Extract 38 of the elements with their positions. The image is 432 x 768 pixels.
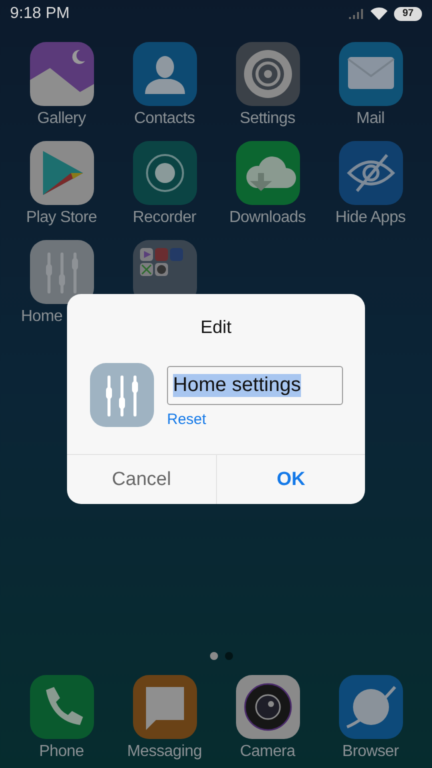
sliders-icon: [90, 363, 154, 427]
app-label: Recorder: [132, 209, 196, 227]
cloud-download-icon[interactable]: [236, 141, 300, 205]
app-label: Downloads: [229, 209, 306, 227]
ok-button[interactable]: OK: [216, 455, 365, 504]
clock: 9:18 PM: [10, 5, 71, 23]
crossed-eye-icon[interactable]: [338, 141, 402, 205]
signal-icon: [348, 8, 364, 20]
message-icon[interactable]: [132, 675, 196, 739]
app-label: Phone: [39, 743, 84, 761]
recorder-icon[interactable]: [132, 141, 196, 205]
app-label: Gallery: [37, 110, 86, 128]
app-label: Contacts: [134, 110, 195, 128]
globe-icon[interactable]: [338, 675, 402, 739]
reset-link[interactable]: Reset: [167, 411, 206, 428]
wifi-icon: [370, 7, 388, 21]
app-label: Play Store: [26, 209, 97, 227]
app-label: Hide Apps: [335, 209, 406, 227]
app-label: Settings: [240, 110, 296, 128]
cancel-button[interactable]: Cancel: [67, 455, 216, 504]
camera-icon[interactable]: [236, 675, 300, 739]
name-field[interactable]: Home settings: [167, 366, 343, 405]
gallery-icon[interactable]: [30, 42, 94, 106]
sliders-icon[interactable]: [30, 240, 94, 304]
page-dot[interactable]: [210, 652, 218, 660]
mail-icon[interactable]: [338, 42, 402, 106]
app-label: Messaging: [127, 743, 202, 761]
page-dot[interactable]: [224, 652, 232, 660]
gear-icon[interactable]: [236, 42, 300, 106]
play-store-icon[interactable]: [30, 141, 94, 205]
dialog-title: Edit: [199, 316, 233, 339]
contacts-icon[interactable]: [132, 42, 196, 106]
app-label: Home: [21, 308, 62, 326]
battery-icon: 97: [394, 7, 422, 21]
phone-icon[interactable]: [30, 675, 94, 739]
app-label: Browser: [342, 743, 399, 761]
app-label: Mail: [356, 110, 385, 128]
app-label: Camera: [240, 743, 296, 761]
